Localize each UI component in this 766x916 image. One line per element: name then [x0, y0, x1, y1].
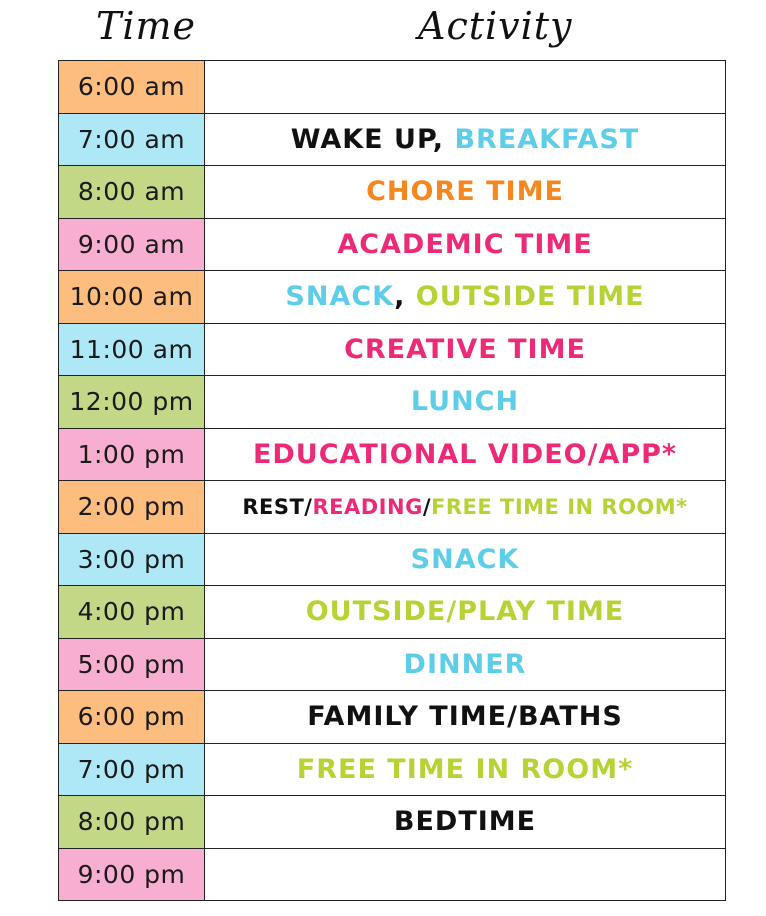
schedule-row: 5:00 pm DINNER [59, 638, 726, 691]
activity-cell [205, 848, 726, 900]
time-cell: 6:00 pm [59, 691, 205, 743]
activity-cell: CREATIVE TIME [205, 323, 726, 375]
schedule-row: 8:00 pm BEDTIME [59, 796, 726, 849]
activity-text: CHORE TIME [366, 176, 564, 208]
activity-cell: FAMILY TIME/BATHS [205, 691, 726, 743]
schedule-row: 6:00 pm FAMILY TIME/BATHS [59, 691, 726, 744]
time-cell: 7:00 pm [59, 743, 205, 795]
activity-text: OUTSIDE TIME [415, 281, 645, 313]
activity-text: REST/ [242, 494, 313, 519]
activity-text: SNACK [410, 543, 520, 575]
activity-text: DINNER [403, 648, 527, 680]
activity-column-header: Activity [418, 4, 573, 48]
activity-cell: FREE TIME IN ROOM* [205, 743, 726, 795]
time-cell: 3:00 pm [59, 533, 205, 585]
time-cell: 11:00 am [59, 323, 205, 375]
time-cell: 4:00 pm [59, 586, 205, 638]
activity-text: SNACK [285, 281, 395, 313]
activity-cell: CHORE TIME [205, 166, 726, 218]
activity-text: READING [312, 494, 423, 519]
activity-cell: DINNER [205, 638, 726, 690]
time-cell: 10:00 am [59, 271, 205, 323]
activity-cell: EDUCATIONAL VIDEO/APP* [205, 428, 726, 480]
time-cell: 8:00 pm [59, 796, 205, 848]
schedule-row: 4:00 pm OUTSIDE/PLAY TIME [59, 586, 726, 639]
time-cell: 6:00 am [59, 61, 205, 113]
activity-cell: ACADEMIC TIME [205, 218, 726, 270]
schedule-row: 8:00 am CHORE TIME [59, 166, 726, 219]
time-cell: 9:00 pm [59, 848, 205, 900]
activity-text: FREE TIME IN ROOM* [296, 753, 634, 785]
schedule-row: 1:00 pm EDUCATIONAL VIDEO/APP* [59, 428, 726, 481]
activity-cell: WAKE UP, BREAKFAST [205, 113, 726, 165]
schedule-row: 12:00 pm LUNCH [59, 376, 726, 429]
schedule-row: 9:00 pm [59, 848, 726, 901]
activity-text: / [422, 494, 431, 519]
activity-cell: REST/READING / FREE TIME IN ROOM* [205, 481, 726, 533]
activity-cell: SNACK, OUTSIDE TIME [205, 271, 726, 323]
activity-text: FAMILY TIME/BATHS [307, 701, 623, 733]
schedule-row: 6:00 am [59, 61, 726, 114]
activity-cell: SNACK [205, 533, 726, 585]
schedule-row: 10:00 am SNACK, OUTSIDE TIME [59, 271, 726, 324]
time-column-header: Time [96, 4, 197, 48]
time-cell: 12:00 pm [59, 376, 205, 428]
schedule-row: 7:00 pm FREE TIME IN ROOM* [59, 743, 726, 796]
activity-text: BREAKFAST [454, 123, 640, 155]
activity-text: WAKE UP, [290, 123, 455, 155]
time-cell: 5:00 pm [59, 638, 205, 690]
schedule-row: 2:00 pm REST/READING / FREE TIME IN ROOM* [59, 481, 726, 534]
time-cell: 1:00 pm [59, 428, 205, 480]
activity-cell: BEDTIME [205, 796, 726, 848]
activity-cell: OUTSIDE/PLAY TIME [205, 586, 726, 638]
time-cell: 7:00 am [59, 113, 205, 165]
schedule-table: 6:00 am 7:00 am WAKE UP, BREAKFAST 8:00 am C… [58, 60, 726, 901]
time-cell: 8:00 am [59, 166, 205, 218]
activity-text: FREE TIME IN ROOM* [430, 494, 688, 519]
schedule-row: 3:00 pm SNACK [59, 533, 726, 586]
activity-text: OUTSIDE/PLAY TIME [305, 596, 625, 628]
time-cell: 2:00 pm [59, 481, 205, 533]
schedule-row: 11:00 am CREATIVE TIME [59, 323, 726, 376]
activity-text: LUNCH [410, 386, 520, 418]
schedule-row: 9:00 am ACADEMIC TIME [59, 218, 726, 271]
activity-cell [205, 61, 726, 113]
activity-text: ACADEMIC TIME [337, 228, 593, 260]
activity-text: , [394, 281, 416, 313]
activity-text: EDUCATIONAL VIDEO/APP* [252, 438, 678, 470]
schedule-row: 7:00 am WAKE UP, BREAKFAST [59, 113, 726, 166]
activity-text: BEDTIME [393, 806, 537, 838]
time-cell: 9:00 am [59, 218, 205, 270]
activity-cell: LUNCH [205, 376, 726, 428]
activity-text: CREATIVE TIME [344, 333, 586, 365]
